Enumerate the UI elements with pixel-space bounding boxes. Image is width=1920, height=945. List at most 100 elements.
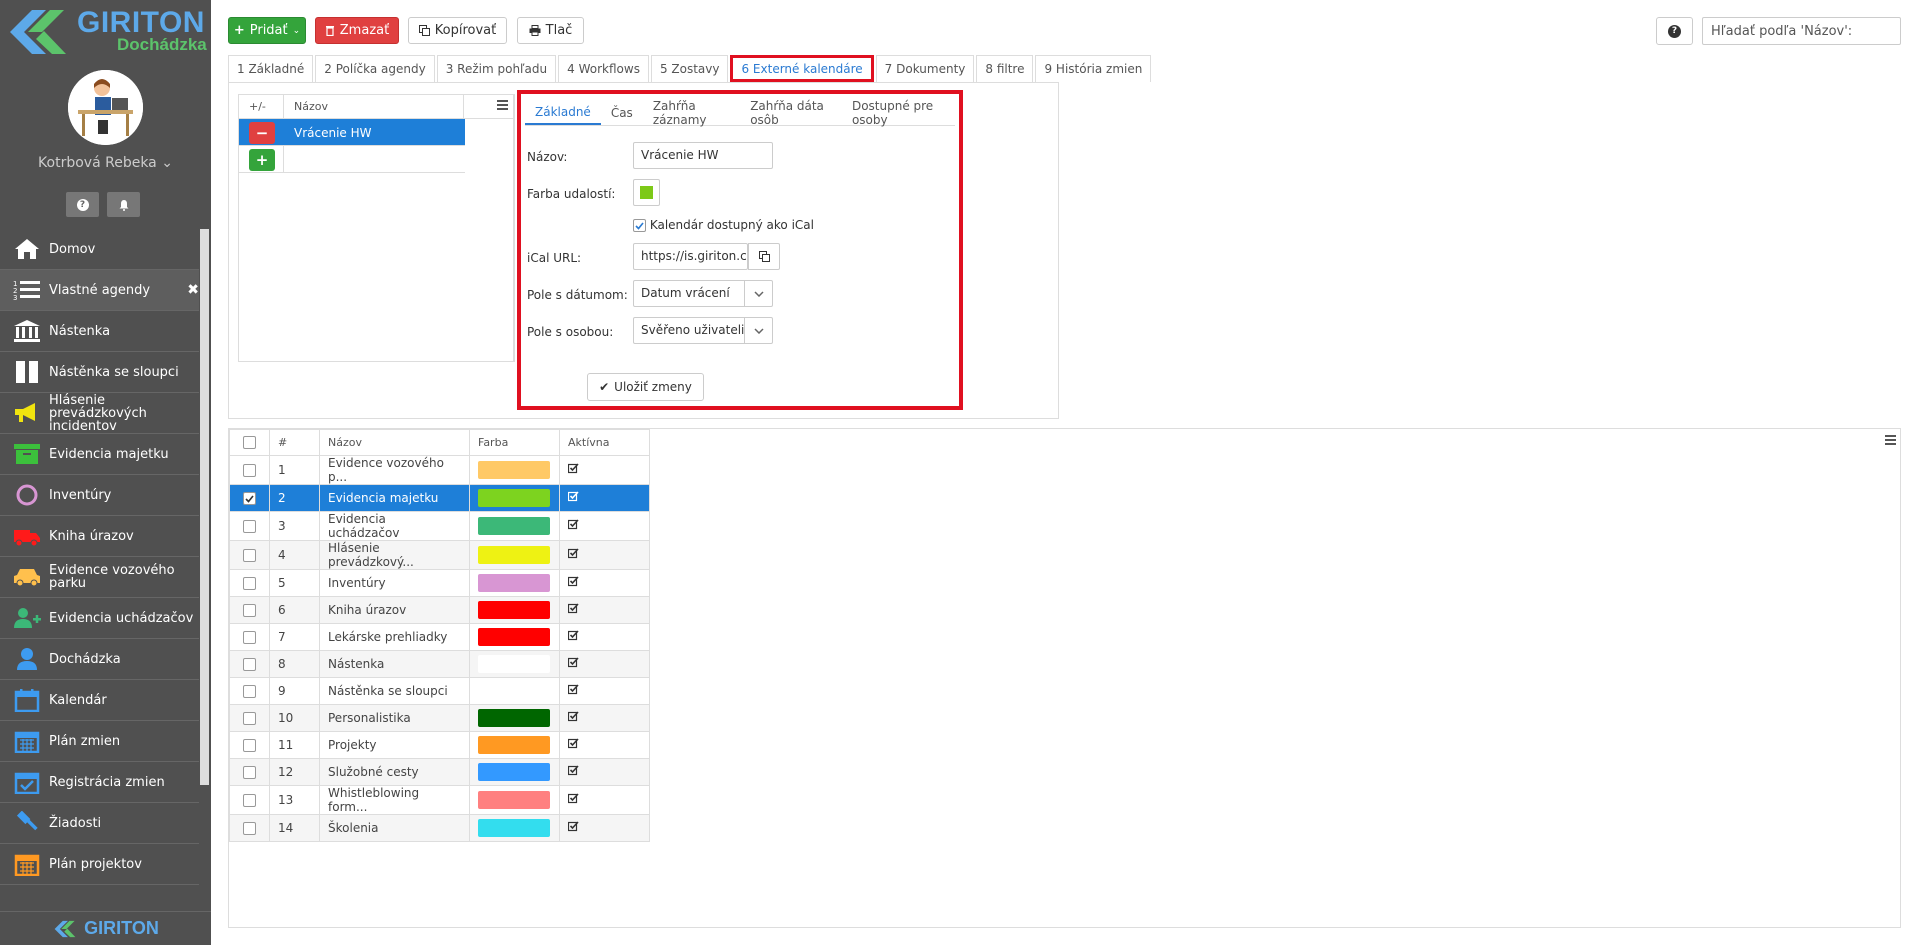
row-select-cell[interactable] bbox=[229, 758, 270, 786]
row-select-cell[interactable] bbox=[229, 596, 270, 624]
sidebar-item-pl-n-zmien[interactable]: Plán zmien bbox=[0, 721, 199, 762]
row-select-cell[interactable] bbox=[229, 814, 270, 842]
row-select-cell[interactable] bbox=[229, 785, 270, 815]
user-name-dropdown[interactable]: Kotrbová Rebeka ⌄ bbox=[0, 155, 211, 171]
tab-6[interactable]: 6 Externé kalendáre bbox=[730, 55, 874, 82]
sidebar-item-hl-senie-prev-dzkov-ch-incidentov[interactable]: Hlásenie prevádzkových incidentov bbox=[0, 393, 199, 434]
col-name-header[interactable]: Názov bbox=[319, 429, 470, 456]
sidebar-item--iadosti[interactable]: Žiadosti bbox=[0, 803, 199, 844]
sidebar-item-kalend-r[interactable]: Kalendár bbox=[0, 680, 199, 721]
calendar-orange-icon bbox=[12, 851, 42, 877]
table-row[interactable]: 10 Personalistika bbox=[229, 704, 650, 732]
help-button[interactable]: ? bbox=[66, 192, 99, 217]
col-number-header[interactable]: # bbox=[269, 429, 320, 456]
delete-button[interactable]: Zmazať bbox=[315, 17, 399, 44]
color-picker[interactable] bbox=[633, 179, 660, 206]
subtab-1[interactable]: Základné bbox=[525, 100, 601, 125]
sidebar-item-evidencia-majetku[interactable]: Evidencia majetku bbox=[0, 434, 199, 475]
table-row[interactable]: 8 Nástenka bbox=[229, 650, 650, 678]
calendar-row-name: Vrácenie HW bbox=[294, 126, 372, 140]
subtab-3[interactable]: Zahŕňa záznamy bbox=[643, 99, 740, 127]
row-select-cell[interactable] bbox=[229, 511, 270, 541]
table-row[interactable]: 2 Evidencia majetku bbox=[229, 484, 650, 512]
ical-url-input[interactable]: https://is.giriton.com/s bbox=[633, 243, 748, 270]
subtab-5[interactable]: Dostupné pre osoby bbox=[842, 99, 955, 127]
copy-button-label: Kopírovať bbox=[434, 23, 497, 38]
ical-checkbox[interactable]: Kalendár dostupný ako iCal bbox=[633, 218, 814, 232]
row-active bbox=[559, 650, 650, 678]
sidebar-item-kniha-razov[interactable]: Kniha úrazov bbox=[0, 516, 199, 557]
row-select-cell[interactable] bbox=[229, 704, 270, 732]
row-select-cell[interactable] bbox=[229, 623, 270, 651]
table-row[interactable]: 3 Evidencia uchádzačov bbox=[229, 511, 650, 541]
table-row[interactable]: 4 Hlásenie prevádzkový... bbox=[229, 540, 650, 570]
remove-row-button[interactable]: − bbox=[249, 122, 275, 144]
table-row[interactable]: 14 Školenia bbox=[229, 814, 650, 842]
table-row[interactable]: 13 Whistleblowing form... bbox=[229, 785, 650, 815]
menu-icon[interactable] bbox=[497, 100, 508, 110]
sidebar-item-invent-ry[interactable]: Inventúry bbox=[0, 475, 199, 516]
copy-url-button[interactable] bbox=[748, 243, 780, 270]
sidebar-item-pl-n-projektov[interactable]: Plán projektov bbox=[0, 844, 199, 885]
page-help-button[interactable]: ? bbox=[1656, 17, 1693, 45]
search-input[interactable]: Hľadať podľa 'Názov': bbox=[1702, 17, 1901, 45]
tab-8[interactable]: 8 filtre bbox=[976, 55, 1034, 82]
notifications-button[interactable] bbox=[107, 192, 140, 217]
tab-2[interactable]: 2 Políčka agendy bbox=[315, 55, 435, 82]
add-row-button[interactable]: + bbox=[249, 149, 275, 171]
avatar[interactable] bbox=[68, 70, 143, 145]
row-select-cell[interactable] bbox=[229, 731, 270, 759]
save-button[interactable]: ✔ Uložiť zmeny bbox=[587, 373, 704, 401]
sidebar-item-doch-dzka[interactable]: Dochádzka bbox=[0, 639, 199, 680]
copy-button[interactable]: Kopírovať bbox=[408, 17, 507, 44]
row-select-cell[interactable] bbox=[229, 650, 270, 678]
close-icon[interactable]: ✖ bbox=[187, 282, 199, 298]
calendar-row[interactable]: − Vrácenie HW bbox=[239, 119, 465, 146]
row-name: Evidence vozového p... bbox=[319, 455, 470, 485]
sidebar-item-domov[interactable]: Domov bbox=[0, 229, 199, 270]
sidebar-item-evidence-vozov-ho-parku[interactable]: Evidence vozového parku bbox=[0, 557, 199, 598]
tab-7[interactable]: 7 Dokumenty bbox=[875, 55, 975, 82]
person-field-select[interactable]: Svěřeno uživateli bbox=[633, 317, 773, 344]
tab-5[interactable]: 5 Zostavy bbox=[650, 55, 729, 82]
table-row[interactable]: 6 Kniha úrazov bbox=[229, 596, 650, 624]
sidebar-item-evidencia-uch-dza-ov[interactable]: Evidencia uchádzačov bbox=[0, 598, 199, 639]
table-row[interactable]: 11 Projekty bbox=[229, 731, 650, 759]
tab-4[interactable]: 4 Workflows bbox=[558, 55, 649, 82]
table-row[interactable]: 7 Lekárske prehliadky bbox=[229, 623, 650, 651]
subtab-4[interactable]: Zahŕňa dáta osôb bbox=[740, 99, 842, 127]
tab-3[interactable]: 3 Režim pohľadu bbox=[436, 55, 557, 82]
brand-logo[interactable]: GIRITON Dochádzka bbox=[0, 0, 211, 64]
calendar-form: Základné Čas Zahŕňa záznamy Zahŕňa dáta osô… bbox=[517, 90, 963, 410]
print-button[interactable]: Tlač bbox=[517, 17, 584, 44]
sidebar-item-label: Plán zmien bbox=[49, 733, 121, 749]
row-select-cell[interactable] bbox=[229, 569, 270, 597]
tab-9[interactable]: 9 História zmien bbox=[1035, 55, 1152, 82]
tab-1[interactable]: 1 Základné bbox=[228, 55, 314, 82]
add-button[interactable]: + Pridať ⌄ bbox=[228, 17, 306, 44]
select-all-header[interactable] bbox=[229, 429, 270, 456]
col-color-header[interactable]: Farba bbox=[469, 429, 560, 456]
sidebar-item-vlastn-agendy[interactable]: 1 2 3 Vlastné agendy ✖ bbox=[0, 270, 199, 311]
row-active bbox=[559, 511, 650, 541]
table-row[interactable]: 5 Inventúry bbox=[229, 569, 650, 597]
table-row[interactable]: 9 Nástěnka se sloupci bbox=[229, 677, 650, 705]
sidebar-item-n-st-nka-se-sloupci[interactable]: Nástěnka se sloupci bbox=[0, 352, 199, 393]
table-row[interactable]: 12 Služobné cesty bbox=[229, 758, 650, 786]
sidebar-item-n-stenka[interactable]: Nástenka bbox=[0, 311, 199, 352]
name-input[interactable]: Vrácenie HW bbox=[633, 142, 773, 169]
col-active-header[interactable]: Aktívna bbox=[559, 429, 650, 456]
sidebar-scrollbar[interactable] bbox=[200, 229, 209, 785]
row-select-cell[interactable] bbox=[229, 677, 270, 705]
row-number: 6 bbox=[269, 596, 320, 624]
date-field-select[interactable]: Datum vrácení bbox=[633, 280, 773, 307]
home-icon bbox=[12, 236, 42, 262]
row-select-cell[interactable] bbox=[229, 540, 270, 570]
table-row[interactable]: 1 Evidence vozového p... bbox=[229, 455, 650, 485]
row-select-cell[interactable] bbox=[229, 455, 270, 485]
row-select-cell[interactable] bbox=[229, 484, 270, 512]
grid-menu-icon[interactable] bbox=[1885, 435, 1896, 445]
sidebar-item-label: Evidencia uchádzačov bbox=[49, 610, 194, 626]
subtab-2[interactable]: Čas bbox=[601, 100, 643, 125]
sidebar-item-registr-cia-zmien[interactable]: Registrácia zmien bbox=[0, 762, 199, 803]
